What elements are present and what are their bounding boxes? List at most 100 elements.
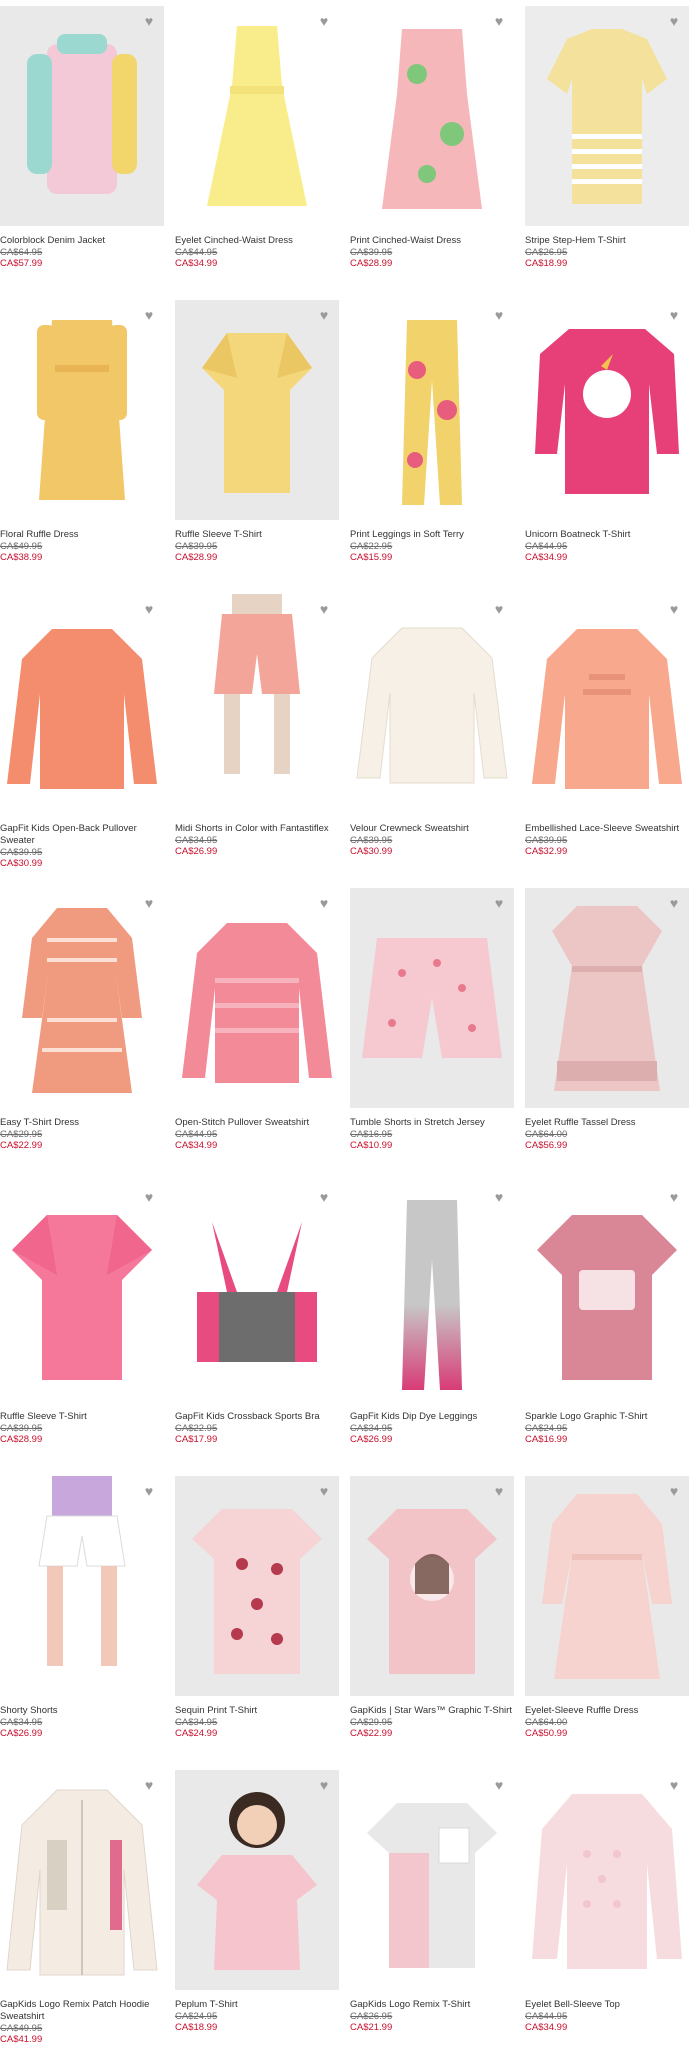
product-name[interactable]: GapFit Kids Crossback Sports Bra xyxy=(175,1411,339,1423)
product-card[interactable]: ♥ Ruffle Sleeve T-Shirt CA$39.95 CA$28.9… xyxy=(0,1182,164,1445)
product-card[interactable]: ♥ Sequin Print T-Shirt CA$34.95 CA$24.99 xyxy=(175,1476,339,1739)
product-card[interactable]: ♥ Ruffle Sleeve T-Shirt CA$39.95 CA$28.9… xyxy=(175,300,339,563)
product-name[interactable]: GapKids Logo Remix T-Shirt xyxy=(350,1999,514,2011)
product-name[interactable]: Eyelet Ruffle Tassel Dress xyxy=(525,1117,689,1129)
product-name[interactable]: Embellished Lace-Sleeve Sweatshirt xyxy=(525,823,689,835)
product-card[interactable]: ♥ Eyelet-Sleeve Ruffle Dress CA$64.00 CA… xyxy=(525,1476,689,1739)
product-card[interactable]: ♥ GapFit Kids Dip Dye Leggings CA$34.95 … xyxy=(350,1182,514,1445)
product-card[interactable]: ♥ GapKids | Star Wars™ Graphic T-Shirt C… xyxy=(350,1476,514,1739)
product-image[interactable]: ♥ xyxy=(0,1770,164,1990)
product-image[interactable]: ♥ xyxy=(525,1476,689,1696)
product-image[interactable]: ♥ xyxy=(525,6,689,226)
product-image[interactable]: ♥ xyxy=(0,594,164,814)
product-name[interactable]: Eyelet-Sleeve Ruffle Dress xyxy=(525,1705,689,1717)
product-name[interactable]: Colorblock Denim Jacket xyxy=(0,235,164,247)
product-card[interactable]: ♥ Embellished Lace-Sleeve Sweatshirt CA$… xyxy=(525,594,689,857)
product-name[interactable]: GapFit Kids Dip Dye Leggings xyxy=(350,1411,514,1423)
product-image[interactable]: ♥ xyxy=(175,888,339,1108)
product-image[interactable]: ♥ xyxy=(175,1770,339,1990)
product-card[interactable]: ♥ Shorty Shorts CA$34.95 CA$26.99 xyxy=(0,1476,164,1739)
product-name[interactable]: GapKids Logo Remix Patch Hoodie Sweatshi… xyxy=(0,1999,164,2023)
product-card[interactable]: ♥ Tumble Shorts in Stretch Jersey CA$16.… xyxy=(350,888,514,1151)
product-name[interactable]: Ruffle Sleeve T-Shirt xyxy=(175,529,339,541)
product-card[interactable]: ♥ Velour Crewneck Sweatshirt CA$39.95 CA… xyxy=(350,594,514,857)
sale-price: CA$26.99 xyxy=(350,1434,393,1445)
product-card[interactable]: ♥ Easy T-Shirt Dress CA$29.95 CA$22.99 xyxy=(0,888,164,1151)
product-name[interactable]: Floral Ruffle Dress xyxy=(0,529,164,541)
original-price: CA$64.00 xyxy=(525,1129,568,1140)
product-name[interactable]: Eyelet Cinched-Waist Dress xyxy=(175,235,339,247)
product-name[interactable]: Stripe Step-Hem T-Shirt xyxy=(525,235,689,247)
product-card[interactable]: ♥ Sparkle Logo Graphic T-Shirt CA$24.95 … xyxy=(525,1182,689,1445)
original-price: CA$64.95 xyxy=(0,247,43,258)
product-name[interactable]: Print Cinched-Waist Dress xyxy=(350,235,514,247)
sale-price: CA$34.99 xyxy=(525,2022,568,2033)
product-image[interactable]: ♥ xyxy=(350,594,514,814)
product-image[interactable]: ♥ xyxy=(0,6,164,226)
product-card[interactable]: ♥ Floral Ruffle Dress CA$49.95 CA$38.99 xyxy=(0,300,164,563)
product-image[interactable]: ♥ xyxy=(525,1182,689,1402)
product-name[interactable]: GapKids | Star Wars™ Graphic T-Shirt xyxy=(350,1705,514,1717)
product-image[interactable]: ♥ xyxy=(525,1770,689,1990)
heart-icon[interactable]: ♥ xyxy=(492,602,506,616)
product-image[interactable]: ♥ xyxy=(0,1476,164,1696)
product-card[interactable]: ♥ Unicorn Boatneck T-Shirt CA$44.95 CA$3… xyxy=(525,300,689,563)
product-image[interactable]: ♥ xyxy=(525,888,689,1108)
product-card[interactable]: ♥ Open-Stitch Pullover Sweatshirt CA$44.… xyxy=(175,888,339,1151)
product-image[interactable]: ♥ xyxy=(525,300,689,520)
heart-icon[interactable]: ♥ xyxy=(492,308,506,322)
product-image[interactable]: ♥ xyxy=(0,1182,164,1402)
heart-icon[interactable]: ♥ xyxy=(492,896,506,910)
heart-icon[interactable]: ♥ xyxy=(317,1190,331,1204)
product-image[interactable]: ♥ xyxy=(350,1476,514,1696)
sale-price: CA$17.99 xyxy=(175,1434,218,1445)
product-name[interactable]: GapFit Kids Open-Back Pullover Sweater xyxy=(0,823,164,847)
product-card[interactable]: ♥ Peplum T-Shirt CA$24.95 CA$18.99 xyxy=(175,1770,339,2033)
product-image[interactable]: ♥ xyxy=(350,300,514,520)
product-image[interactable]: ♥ xyxy=(175,1182,339,1402)
product-name[interactable]: Sparkle Logo Graphic T-Shirt xyxy=(525,1411,689,1423)
product-name[interactable]: Tumble Shorts in Stretch Jersey xyxy=(350,1117,514,1129)
product-image[interactable]: ♥ xyxy=(350,6,514,226)
shorts-icon xyxy=(362,938,502,1058)
product-image[interactable]: ♥ xyxy=(175,1476,339,1696)
product-image[interactable]: ♥ xyxy=(0,888,164,1108)
product-image[interactable]: ♥ xyxy=(350,1182,514,1402)
product-name[interactable]: Velour Crewneck Sweatshirt xyxy=(350,823,514,835)
product-name[interactable]: Easy T-Shirt Dress xyxy=(0,1117,164,1129)
product-name[interactable]: Print Leggings in Soft Terry xyxy=(350,529,514,541)
heart-icon[interactable]: ♥ xyxy=(492,1190,506,1204)
product-name[interactable]: Sequin Print T-Shirt xyxy=(175,1705,339,1717)
product-name[interactable]: Peplum T-Shirt xyxy=(175,1999,339,2011)
product-card[interactable]: ♥ GapKids Logo Remix Patch Hoodie Sweats… xyxy=(0,1770,164,2045)
product-image[interactable]: ♥ xyxy=(0,300,164,520)
product-card[interactable]: ♥ Stripe Step-Hem T-Shirt CA$26.95 CA$18… xyxy=(525,6,689,269)
leggings-icon xyxy=(402,1200,462,1390)
tshirt-icon xyxy=(12,1215,152,1380)
product-image[interactable]: ♥ xyxy=(350,1770,514,1990)
product-name[interactable]: Shorty Shorts xyxy=(0,1705,164,1717)
product-image[interactable]: ♥ xyxy=(175,594,339,814)
product-card[interactable]: ♥ GapKids Logo Remix T-Shirt CA$26.95 CA… xyxy=(350,1770,514,2033)
product-image[interactable]: ♥ xyxy=(350,888,514,1108)
product-name[interactable]: Eyelet Bell-Sleeve Top xyxy=(525,1999,689,2011)
original-price: CA$64.00 xyxy=(525,1717,568,1728)
product-name[interactable]: Midi Shorts in Color with Fantastiflex xyxy=(175,823,339,835)
product-image[interactable]: ♥ xyxy=(175,300,339,520)
product-card[interactable]: ♥ Eyelet Bell-Sleeve Top CA$44.95 CA$34.… xyxy=(525,1770,689,2033)
product-card[interactable]: ♥ Print Cinched-Waist Dress CA$39.95 CA$… xyxy=(350,6,514,269)
product-card[interactable]: ♥ Print Leggings in Soft Terry CA$22.95 … xyxy=(350,300,514,563)
product-card[interactable]: ♥ GapFit Kids Crossback Sports Bra CA$22… xyxy=(175,1182,339,1445)
product-name[interactable]: Unicorn Boatneck T-Shirt xyxy=(525,529,689,541)
original-price: CA$44.95 xyxy=(175,1129,218,1140)
product-card[interactable]: ♥ Eyelet Cinched-Waist Dress CA$44.95 CA… xyxy=(175,6,339,269)
product-image[interactable]: ♥ xyxy=(525,594,689,814)
sale-price: CA$30.99 xyxy=(350,846,393,857)
product-card[interactable]: ♥ Midi Shorts in Color with Fantastiflex… xyxy=(175,594,339,857)
product-card[interactable]: ♥ Eyelet Ruffle Tassel Dress CA$64.00 CA… xyxy=(525,888,689,1151)
product-card[interactable]: ♥ GapFit Kids Open-Back Pullover Sweater… xyxy=(0,594,164,869)
product-name[interactable]: Ruffle Sleeve T-Shirt xyxy=(0,1411,164,1423)
product-card[interactable]: ♥ Colorblock Denim Jacket CA$64.95 CA$57… xyxy=(0,6,164,269)
product-name[interactable]: Open-Stitch Pullover Sweatshirt xyxy=(175,1117,339,1129)
product-image[interactable]: ♥ xyxy=(175,6,339,226)
